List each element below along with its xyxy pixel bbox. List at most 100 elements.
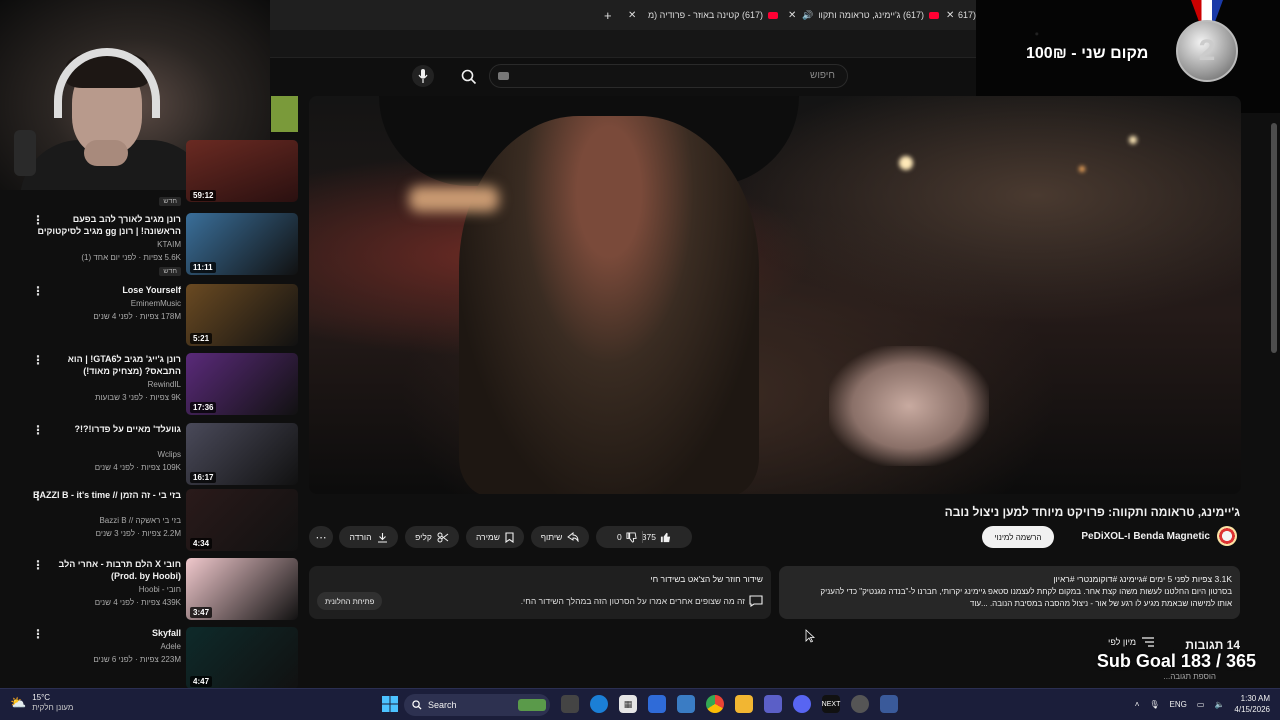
volume-icon[interactable]: 🔈 <box>1214 700 1224 709</box>
close-tab-icon[interactable]: ✕ <box>628 4 636 26</box>
new-badge: חדש <box>159 197 181 206</box>
more-options-icon[interactable]: ⋮ <box>32 423 44 437</box>
weather-temp: 15°C <box>32 693 51 702</box>
description-stats: 3.1K צפיות לפני 5 ימים #גיימינג #דוקומנט… <box>1053 574 1232 584</box>
file-explorer-icon[interactable] <box>735 695 753 713</box>
new-tab-button[interactable]: + <box>604 4 612 26</box>
taskbar-search[interactable]: Search <box>404 694 550 716</box>
voice-search-button[interactable] <box>412 65 434 87</box>
address-bar[interactable] <box>270 30 976 58</box>
rec-channel[interactable]: KTAIM <box>157 240 181 249</box>
browser-tab[interactable]: (617) קטינה באוזר - פרודיה (מ <box>648 4 779 26</box>
description-box[interactable]: 3.1K צפיות לפני 5 ימים #גיימינג #דוקומנט… <box>779 566 1240 619</box>
more-options-icon[interactable]: ⋮ <box>32 353 44 367</box>
open-chat-panel-button[interactable]: פתיחת החלונית <box>317 592 383 610</box>
search-placeholder: חיפוש <box>810 70 835 81</box>
weather-widget[interactable]: ⛅ 15°C מעונן חלקית <box>10 693 73 713</box>
microphone-icon <box>418 69 428 83</box>
like-count: 375 <box>641 532 656 542</box>
subscribe-button[interactable]: הרשמה למינוי <box>982 526 1054 548</box>
video-duration: 3:47 <box>190 607 213 618</box>
windows-start-icon[interactable] <box>381 695 399 713</box>
search-input[interactable]: חיפוש <box>489 64 848 88</box>
mic-tray-icon[interactable]: 🎙 <box>1149 700 1159 709</box>
keyboard-icon[interactable] <box>498 72 509 80</box>
rec-meta: 223M צפיות · לפני 6 שנים <box>93 655 181 664</box>
rec-channel[interactable]: Adele <box>161 642 181 651</box>
rec-title[interactable]: Lose Yourself <box>31 284 181 296</box>
store-icon[interactable]: ▦ <box>619 695 637 713</box>
language-indicator[interactable]: ENG <box>1170 700 1187 709</box>
rec-title[interactable]: חובי X הלם תרבות - אחרי הלב (Prod. by Ho… <box>31 558 181 582</box>
rec-channel[interactable]: EminemMusic <box>131 299 181 308</box>
audio-icon[interactable]: 🔊 <box>802 10 813 21</box>
comments-count: 14 תגובות <box>1185 638 1240 652</box>
channel-name[interactable]: Benda Magnetic ו-PeDiXOL <box>1081 531 1210 542</box>
more-options-icon[interactable]: ⋮ <box>32 284 44 298</box>
clip-label: קליפ <box>415 532 432 542</box>
rec-channel[interactable]: חובי - Hoobi <box>139 585 181 594</box>
discord-icon[interactable] <box>793 695 811 713</box>
share-button[interactable]: שיתוף <box>531 526 589 548</box>
video-hands <box>829 346 989 466</box>
download-label: הורדה <box>349 532 372 542</box>
save-button[interactable]: שמירה <box>466 526 524 548</box>
app-icon[interactable] <box>648 695 666 713</box>
rec-meta: 5.6K צפיות · לפני יום אחד (1) <box>81 253 181 262</box>
divider <box>642 531 643 543</box>
obs-icon[interactable] <box>851 695 869 713</box>
rec-channel[interactable]: Wclips <box>157 450 181 459</box>
close-tab-icon[interactable]: ✕ <box>788 4 796 26</box>
more-options-icon[interactable]: ⋮ <box>32 558 44 572</box>
rec-title[interactable]: בזי בי - זה הזמן // BAZZI B - it's time <box>31 489 181 501</box>
like-button[interactable]: 375 <box>642 532 671 543</box>
browser-tab[interactable]: (617 <box>958 4 976 26</box>
rec-title[interactable]: גוועלד' מאיים על פדרו!?!? <box>31 423 181 435</box>
channel-avatar[interactable] <box>1217 526 1237 546</box>
rec-channel[interactable]: RewindIL <box>148 380 181 389</box>
rec-meta: 109K צפיות · לפני 4 שנים <box>94 463 181 472</box>
edge-icon[interactable] <box>590 695 608 713</box>
description-text: בסרטון היום החלטנו לעשות משהו קצת אחר. ב… <box>820 587 1232 596</box>
more-options-icon[interactable]: ⋮ <box>32 489 44 503</box>
clip-button[interactable]: קליפ <box>405 526 459 548</box>
chat-icon <box>749 595 763 607</box>
task-view-icon[interactable] <box>561 695 579 713</box>
weather-desc: מעונן חלקית <box>32 703 74 712</box>
rec-title[interactable]: Skyfall <box>31 627 181 639</box>
dislike-button[interactable]: 0 <box>617 531 637 543</box>
rec-title[interactable]: רונן ג'ייג' מגיב לGTA6! | הוא התבאס? (מצ… <box>31 353 181 377</box>
clock[interactable]: 1:30 AM 4/15/2026 <box>1234 693 1270 715</box>
street-light <box>1079 166 1085 172</box>
search-icon <box>461 69 477 85</box>
youtube-icon <box>929 11 940 19</box>
more-actions-button[interactable]: ⋯ <box>309 526 333 548</box>
chrome-icon[interactable] <box>706 695 724 713</box>
video-player[interactable] <box>309 96 1241 494</box>
chevron-up-icon[interactable]: ˄ <box>1135 700 1140 709</box>
add-comment-input[interactable]: הוספת תגובה... <box>1164 672 1216 681</box>
download-button[interactable]: הורדה <box>339 526 398 548</box>
more-icon: ⋯ <box>315 531 327 544</box>
teams-icon[interactable] <box>764 695 782 713</box>
video-duration: 17:36 <box>190 402 217 413</box>
sort-comments-button[interactable]: מיון לפי <box>1108 637 1155 647</box>
more-options-icon[interactable]: ⋮ <box>32 213 44 227</box>
search-button[interactable] <box>458 66 480 88</box>
app-icon[interactable] <box>880 695 898 713</box>
app-icon[interactable] <box>677 695 695 713</box>
sort-icon <box>1142 637 1155 647</box>
browser-tab-active[interactable]: (617) ג'יימינג, טראומה ותקוו 🔊 <box>802 4 940 26</box>
more-options-icon[interactable]: ⋮ <box>32 627 44 641</box>
live-chat-replay-card: שידור חוזר של הצ'אט בשידור חי זה מה שצופ… <box>309 566 771 619</box>
close-tab-icon[interactable]: ✕ <box>946 4 954 26</box>
rec-channel[interactable]: בזי בי ראשקה // Bazzi B <box>99 516 181 525</box>
rec-title[interactable]: רונן מגיב לאורך להב בפעם הראשונה! | רונן… <box>31 213 181 237</box>
scissors-icon <box>437 532 449 542</box>
page-scrollbar[interactable] <box>1268 113 1280 688</box>
network-icon[interactable]: ▭ <box>1197 700 1205 709</box>
next-icon[interactable]: NEXT <box>822 695 840 713</box>
scrollbar-thumb[interactable] <box>1271 123 1277 353</box>
rec-meta: 2.2M צפיות · לפני 3 שנים <box>95 529 181 538</box>
search-highlight-icon <box>518 699 546 711</box>
